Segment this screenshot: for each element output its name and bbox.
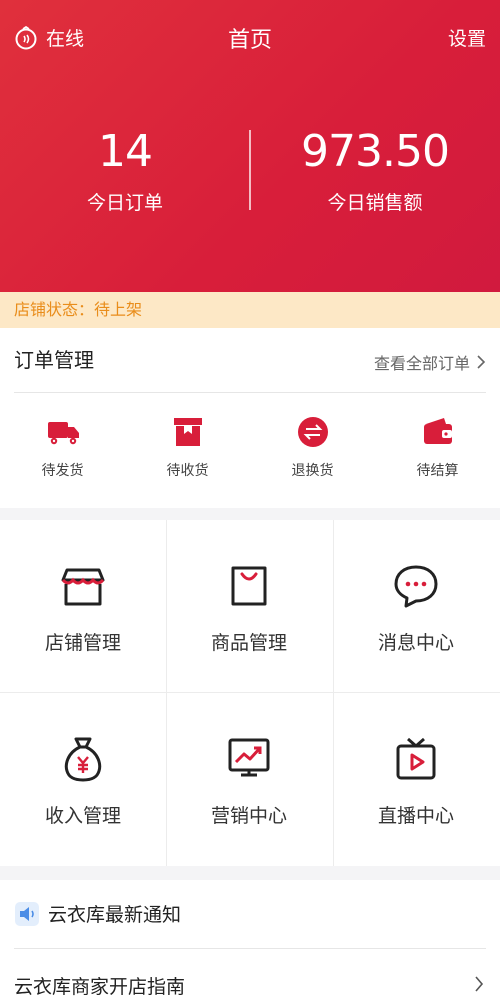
sales-today-label: 今日销售额 [327,192,423,214]
store-icon [61,568,105,606]
truck-icon [47,422,79,445]
sales-today-stat[interactable]: 973.50 今日销售额 [250,128,500,215]
store-management-button[interactable]: 店铺管理 [0,520,166,693]
chat-bubble-icon [394,565,438,608]
product-management-button[interactable]: 商品管理 [166,520,332,693]
grid-item-label: 店铺管理 [44,632,121,654]
shop-status-bar: 店铺状态：待上架 [0,292,500,328]
trend-chart-icon [228,738,270,777]
divider [14,392,486,393]
box-icon [173,418,202,446]
view-all-orders-link[interactable]: 查看全部订单 [374,350,486,374]
top-bar: 在线 首页 设置 [0,0,500,72]
order-pending-shipment[interactable]: 待发货 [0,414,125,480]
feature-grid: 店铺管理 商品管理 消息中心 收入管理 营销中心 直播中心 [0,520,500,866]
notice-section: 云衣库最新通知 云衣库商家开店指南 [0,880,500,1000]
chevron-right-icon [475,976,484,992]
sales-today-value: 973.50 [301,126,450,177]
settings-button[interactable]: 设置 [448,24,486,51]
grid-item-label: 营销中心 [210,805,287,827]
page-title: 首页 [227,28,272,53]
message-center-button[interactable]: 消息中心 [333,520,499,693]
orders-today-stat[interactable]: 14 今日订单 [0,128,250,215]
order-management-section: 订单管理 查看全部订单 待发货 待收货 退换货 待结算 [0,328,500,508]
orders-today-value: 14 [98,126,153,177]
tv-play-icon [396,737,436,780]
money-bag-icon [64,737,102,782]
header-banner: 在线 首页 设置 14 今日订单 973.50 今日销售额 [0,0,500,292]
latest-notice-item[interactable]: 云衣库最新通知 [14,900,181,927]
order-pending-receipt[interactable]: 待收货 [125,414,250,480]
store-opening-guide-link[interactable]: 云衣库商家开店指南 [14,972,185,999]
grid-item-label: 收入管理 [44,805,121,827]
wallet-icon [423,418,452,444]
grid-item-label: 商品管理 [210,632,287,654]
grid-item-label: 直播中心 [377,805,454,827]
grid-item-label: 消息中心 [377,632,454,654]
shopping-bag-icon [231,566,267,606]
order-item-label: 待发货 [41,463,84,479]
chevron-right-icon [477,355,486,369]
orders-today-label: 今日订单 [86,192,163,214]
order-management-title: 订单管理 [14,348,94,372]
latest-notice-title: 云衣库最新通知 [48,904,182,926]
order-pending-settlement[interactable]: 待结算 [375,414,500,480]
divider [14,948,486,949]
order-item-label: 待收货 [166,463,209,479]
order-item-label: 待结算 [416,463,459,479]
income-management-button[interactable]: 收入管理 [0,693,166,866]
marketing-center-button[interactable]: 营销中心 [166,693,332,866]
order-item-label: 退换货 [291,463,334,479]
order-returns[interactable]: 退换货 [250,414,375,480]
exchange-icon [297,417,328,447]
speaker-icon [15,901,39,926]
view-all-orders-label: 查看全部订单 [373,354,470,373]
live-center-button[interactable]: 直播中心 [333,693,499,866]
